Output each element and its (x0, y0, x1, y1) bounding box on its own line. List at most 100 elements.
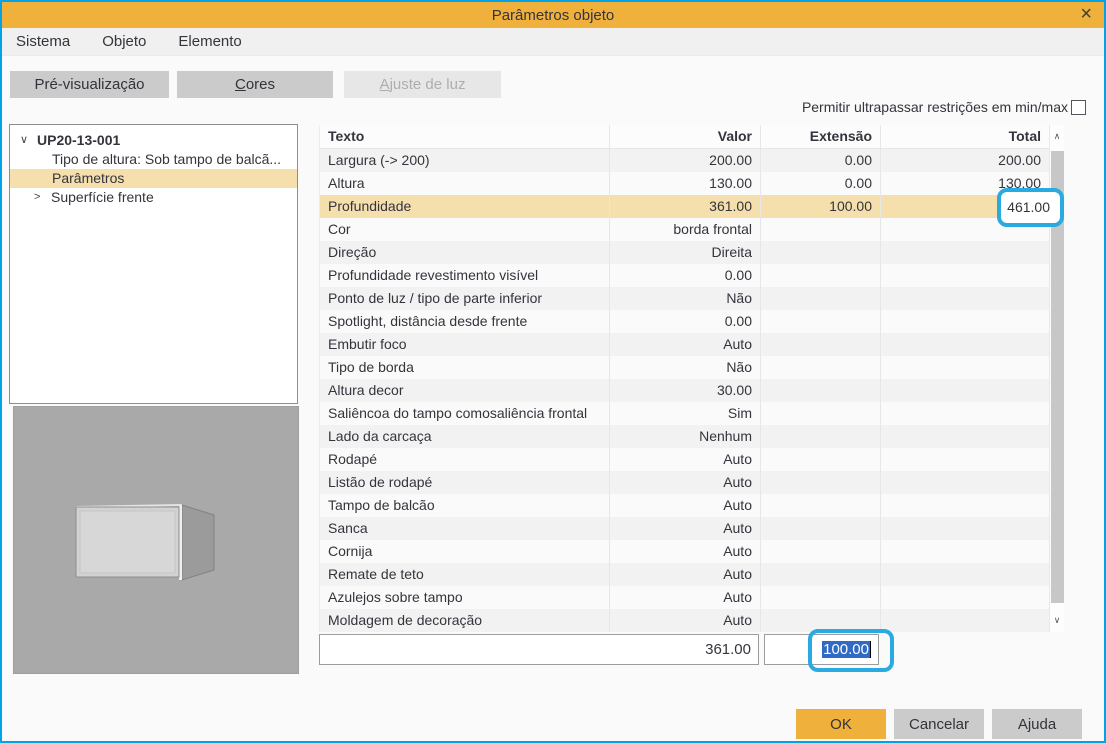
column-header-total: Total (881, 125, 1050, 148)
cell-valor: 130.00 (610, 172, 761, 195)
table-row[interactable]: Sanca Auto (320, 517, 1050, 540)
tree-view: ∨ UP20-13-001 Tipo de altura: Sob tampo de… (9, 124, 298, 404)
tab-bar: Pré-visualização Cores Ajuste de luz (10, 71, 501, 98)
table-row[interactable]: Altura decor 30.00 (320, 379, 1050, 402)
cell-texto: Profundidade revestimento visível (320, 264, 610, 287)
tree-item-tipo-de-altura-sob-tampo-de-balc[interactable]: Tipo de altura: Sob tampo de balcã... (10, 150, 297, 169)
tree-item-par-metros[interactable]: Parâmetros (10, 169, 297, 188)
cell-extensao (761, 563, 881, 586)
total-annotation-value: 461.00 (1007, 199, 1050, 215)
override-checkbox-label: Permitir ultrapassar restrições em min/m… (801, 99, 1068, 115)
cell-texto: Altura decor (320, 379, 610, 402)
tree-item-up20-13-001[interactable]: ∨ UP20-13-001 (10, 131, 297, 150)
cell-texto: Sanca (320, 517, 610, 540)
dialog-title: Parâmetros objeto (491, 6, 615, 24)
cell-extensao (761, 586, 881, 609)
table-row[interactable]: Profundidade361.00100.00 461.00 (320, 195, 1050, 218)
cell-total (881, 448, 1050, 471)
table-row[interactable]: Largura (-> 200) 200.00 0.00 200.00 (320, 149, 1050, 172)
column-header-valor: Valor (610, 125, 761, 148)
override-option-row: Permitir ultrapassar restrições em min/m… (802, 99, 1086, 115)
cell-valor: Direita (610, 241, 761, 264)
table-row[interactable]: Azulejos sobre tampo Auto (320, 586, 1050, 609)
table-row[interactable]: Cor borda frontal (320, 218, 1050, 241)
cell-extensao (761, 540, 881, 563)
tree-item-superf-cie-frente[interactable]: > Superfície frente (10, 188, 297, 207)
cell-texto: Tampo de balcão (320, 494, 610, 517)
table-row[interactable]: Lado da carcaça Nenhum (320, 425, 1050, 448)
tab-cores[interactable]: Cores (177, 71, 333, 98)
cell-extensao (761, 264, 881, 287)
column-header-texto: Texto (320, 125, 610, 148)
cell-extensao: 0.00 (761, 149, 881, 172)
cell-valor: Auto (610, 540, 761, 563)
cell-valor: Auto (610, 471, 761, 494)
cell-valor: Não (610, 356, 761, 379)
cell-texto: Saliêncoa do tampo comosaliência frontal (320, 402, 610, 425)
chevron-right-icon: > (34, 191, 41, 203)
tab-pr-visualiza-o[interactable]: Pré-visualização (10, 71, 169, 98)
table-row[interactable]: Spotlight, distância desde frente 0.00 (320, 310, 1050, 333)
table-row[interactable]: Altura 130.00 0.00 130.00 (320, 172, 1050, 195)
cell-texto: Lado da carcaça (320, 425, 610, 448)
table-row[interactable]: Moldagem de decoração Auto (320, 609, 1050, 632)
menu-item-objeto[interactable]: Objeto (102, 33, 146, 50)
cancel-button[interactable]: Cancelar (894, 709, 984, 739)
cell-extensao (761, 471, 881, 494)
cell-total (881, 356, 1050, 379)
menu-item-elemento[interactable]: Elemento (178, 33, 241, 50)
table-row[interactable]: Saliêncoa do tampo comosaliência frontal… (320, 402, 1050, 425)
parameters-dialog: Parâmetros objeto × Sistema Objeto Element… (0, 0, 1106, 743)
cell-extensao (761, 218, 881, 241)
table-row[interactable]: Direção Direita (320, 241, 1050, 264)
cell-total (881, 494, 1050, 517)
menu-item-sistema[interactable]: Sistema (16, 33, 70, 50)
table-row[interactable]: Remate de teto Auto (320, 563, 1050, 586)
table-row[interactable]: Rodapé Auto (320, 448, 1050, 471)
cell-valor: Auto (610, 494, 761, 517)
cell-texto: Spotlight, distância desde frente (320, 310, 610, 333)
cell-texto: Direção (320, 241, 610, 264)
override-checkbox[interactable] (1071, 99, 1086, 115)
cell-total (881, 517, 1050, 540)
table-row[interactable]: Embutir foco Auto (320, 333, 1050, 356)
cell-texto: Rodapé (320, 448, 610, 471)
scroll-up-icon[interactable]: ∧ (1050, 131, 1064, 142)
cell-valor: Auto (610, 333, 761, 356)
cell-extensao (761, 425, 881, 448)
column-header-extens-o: Extensão (761, 125, 881, 148)
cell-texto: Altura (320, 172, 610, 195)
help-button[interactable]: Ajuda (992, 709, 1082, 739)
cell-total (881, 333, 1050, 356)
cell-total (881, 379, 1050, 402)
cell-extensao (761, 517, 881, 540)
cell-total (881, 264, 1050, 287)
table-row[interactable]: Profundidade revestimento visível 0.00 (320, 264, 1050, 287)
table-row[interactable]: Ponto de luz / tipo de parte inferior Não (320, 287, 1050, 310)
cell-total (881, 609, 1050, 632)
cell-valor: Auto (610, 563, 761, 586)
cell-extensao (761, 494, 881, 517)
table-row[interactable]: Tipo de borda Não (320, 356, 1050, 379)
close-icon[interactable]: × (1080, 2, 1092, 28)
cell-valor: 200.00 (610, 149, 761, 172)
cell-extensao (761, 310, 881, 333)
total-annotation-callout: 461.00 (997, 188, 1064, 227)
value-edit-field[interactable]: 361.00 (319, 634, 759, 665)
cell-extensao (761, 241, 881, 264)
cell-valor: Auto (610, 586, 761, 609)
cell-valor: 0.00 (610, 310, 761, 333)
table-row[interactable]: Tampo de balcão Auto (320, 494, 1050, 517)
cell-texto: Azulejos sobre tampo (320, 586, 610, 609)
scroll-down-icon[interactable]: ∨ (1050, 615, 1064, 626)
cell-total (881, 310, 1050, 333)
cell-texto: Remate de teto (320, 563, 610, 586)
table-row[interactable]: Listão de rodapé Auto (320, 471, 1050, 494)
cell-texto: Moldagem de decoração (320, 609, 610, 632)
tree-item-label: Parâmetros (52, 170, 125, 186)
cell-valor: Auto (610, 517, 761, 540)
cell-total (881, 540, 1050, 563)
ok-button[interactable]: OK (796, 709, 886, 739)
table-row[interactable]: Cornija Auto (320, 540, 1050, 563)
cabinet-preview-drawing (75, 504, 215, 581)
